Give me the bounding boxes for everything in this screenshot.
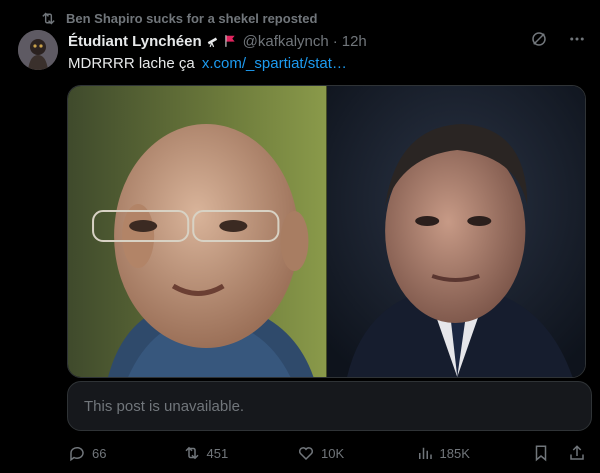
reply-icon — [70, 446, 84, 462]
post-time[interactable]: 12h — [342, 33, 367, 50]
author-handle[interactable]: @kafkalynch — [243, 33, 329, 50]
post-link[interactable]: x.com/_spartiat/stat… — [202, 55, 347, 72]
views-icon — [418, 447, 432, 459]
like-button[interactable]: 10K — [297, 444, 415, 462]
repost-context[interactable]: Ben Shapiro sucks for a shekel reposted — [40, 9, 317, 27]
photo-right[interactable] — [326, 86, 585, 377]
quote-text: This post is unavailable. — [84, 397, 245, 415]
secondary-actions — [532, 444, 586, 462]
quoted-post-unavailable[interactable]: This post is unavailable. — [67, 381, 592, 431]
post-media[interactable] — [67, 85, 586, 378]
repost-button[interactable]: 451 — [183, 444, 298, 462]
repost-icon — [42, 12, 55, 24]
action-bar: 66 451 10K 185K — [68, 443, 586, 463]
repost-text: Ben Shapiro sucks for a shekel reposted — [66, 10, 318, 26]
photo-left[interactable] — [68, 86, 327, 377]
header-actions — [530, 30, 586, 48]
repost-count: 451 — [206, 445, 229, 461]
heart-icon — [299, 447, 314, 461]
repost-icon — [184, 446, 199, 460]
like-count: 10K — [321, 445, 345, 461]
telescope-icon — [207, 37, 217, 48]
share-icon[interactable] — [568, 444, 586, 462]
separator-dot: · — [332, 32, 338, 50]
name-emojis — [206, 33, 237, 49]
reply-count: 66 — [92, 445, 107, 461]
grok-icon[interactable] — [530, 30, 548, 48]
post-body: MDRRRR lache ça — [68, 55, 195, 72]
view-count: 185K — [439, 445, 470, 461]
more-icon[interactable] — [568, 30, 586, 48]
post-text: MDRRRR lache ça x.com/_spartiat/stat… — [68, 55, 347, 72]
bookmark-icon[interactable] — [532, 444, 550, 462]
reply-button[interactable]: 66 — [68, 444, 183, 462]
author-name[interactable]: Étudiant Lynchéen — [68, 33, 202, 50]
views-button[interactable]: 185K — [416, 444, 533, 462]
post-header: Étudiant Lynchéen @kafkalynch · 12h — [68, 30, 588, 52]
avatar[interactable] — [18, 30, 58, 70]
red-flag-icon — [224, 35, 235, 47]
